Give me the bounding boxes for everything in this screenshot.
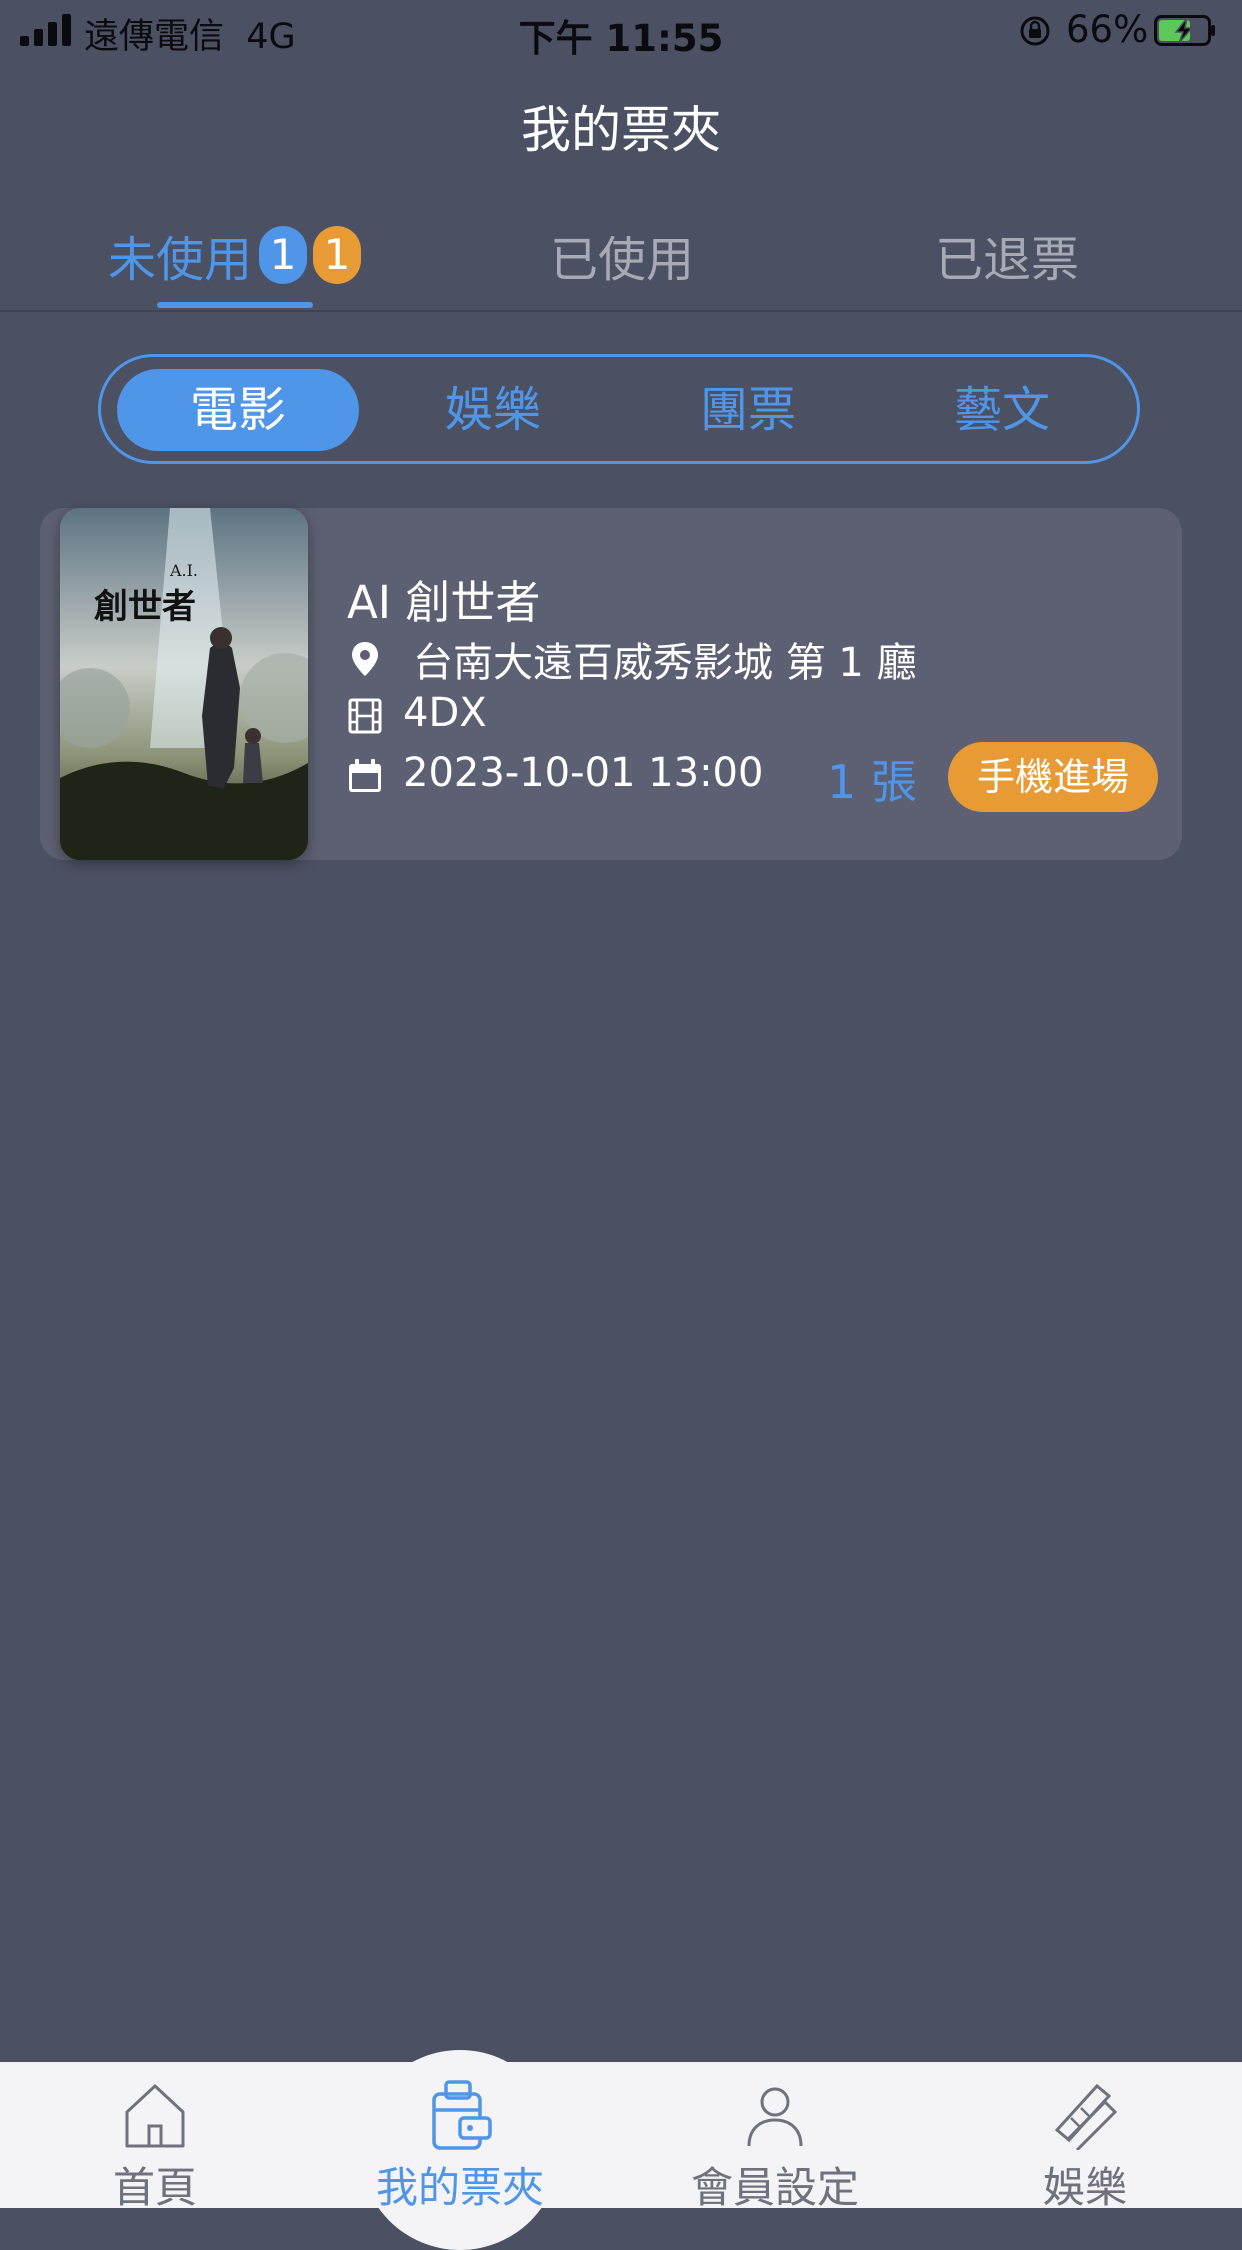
film-strip-icon (348, 698, 382, 734)
format-text: 4DX (403, 690, 487, 736)
ticket-card[interactable]: A.I. 創世者 AI 創世者 台南大遠百威秀影城 第 1 廳 4DX 2023… (40, 508, 1182, 860)
tab-used[interactable]: 已使用 (550, 220, 694, 288)
segment-entertainment[interactable]: 娛樂 (372, 369, 614, 451)
category-segmented-control: 電影 娛樂 團票 藝文 (98, 354, 1140, 464)
nav-my-tickets[interactable]: 我的票夾 (360, 2062, 560, 2212)
poster-title-text: 創世者 (94, 587, 196, 627)
person-icon (747, 2087, 803, 2147)
mobile-entry-button[interactable]: 手機進場 (948, 742, 1158, 812)
nav-member-settings[interactable]: 會員設定 (675, 2062, 875, 2212)
datetime-text: 2023-10-01 13:00 (403, 750, 764, 796)
nav-entertainment[interactable]: 娛樂 (1010, 2062, 1160, 2212)
status-time: 下午 11:55 (518, 17, 724, 60)
ticket-status-tabs: 未使用 1 1 已使用 已退票 (0, 200, 1242, 312)
calendar-icon (349, 759, 381, 792)
battery-percent: 66% (1066, 8, 1149, 51)
nav-home[interactable]: 首頁 (80, 2062, 230, 2212)
segment-movie[interactable]: 電影 (117, 369, 359, 451)
nav-member-settings-label: 會員設定 (690, 2163, 859, 2212)
venue-text: 台南大遠百威秀影城 第 1 廳 (413, 640, 917, 686)
movie-title: AI 創世者 (347, 576, 541, 629)
page-title: 我的票夾 (521, 101, 721, 159)
entertainment-icon (1054, 2083, 1118, 2150)
nav-home-label: 首頁 (112, 2163, 197, 2212)
status-bar: 遠傳電信 4G 下午 11:55 66% (0, 0, 1242, 62)
poster-subtitle-text: A.I. (169, 561, 198, 580)
nav-entertainment-label: 娛樂 (1042, 2163, 1127, 2212)
poster-artwork: A.I. 創世者 (60, 508, 308, 860)
segment-arts[interactable]: 藝文 (881, 369, 1123, 451)
unused-count-badge-blue: 1 (259, 226, 307, 284)
location-pin-icon (352, 642, 378, 676)
nav-my-tickets-label: 我的票夾 (375, 2163, 544, 2212)
active-tab-indicator (157, 302, 313, 308)
home-icon (125, 2084, 185, 2148)
wallet-icon (432, 2080, 492, 2150)
tab-refunded[interactable]: 已退票 (935, 220, 1079, 288)
movie-poster: A.I. 創世者 (60, 508, 308, 860)
unused-count-badge-orange: 1 (313, 226, 361, 284)
battery-icon (1154, 15, 1215, 46)
tab-unused[interactable]: 未使用 (108, 220, 252, 288)
orientation-lock-icon (1020, 16, 1050, 46)
segment-group-ticket[interactable]: 團票 (627, 369, 869, 451)
ticket-count: 1 張 (827, 755, 917, 809)
